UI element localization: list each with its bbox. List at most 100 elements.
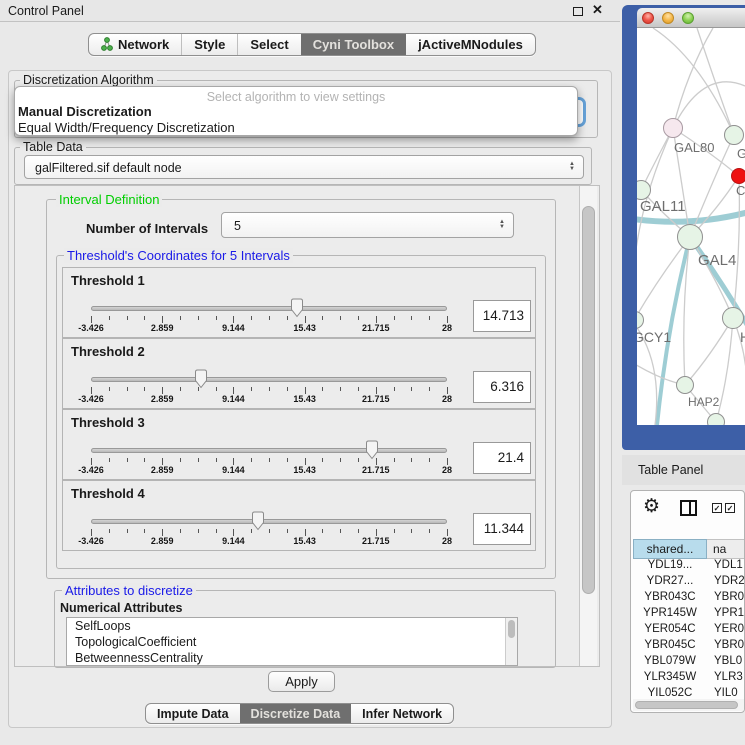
tab-cyni-toolbox[interactable]: Cyni Toolbox bbox=[301, 34, 406, 55]
threshold-value-field[interactable]: 6.316 bbox=[473, 371, 531, 403]
table-row[interactable]: YER054CYER0 bbox=[633, 623, 745, 639]
list-scrollbar-thumb[interactable] bbox=[508, 620, 515, 638]
tab-infer-network[interactable]: Infer Network bbox=[351, 704, 453, 723]
network-node[interactable] bbox=[722, 307, 744, 329]
network-node-label: GAL80 bbox=[674, 140, 714, 155]
slider-track[interactable] bbox=[91, 377, 447, 382]
network-node[interactable] bbox=[724, 125, 744, 145]
threshold-row: Threshold 3-3.4262.8599.14415.4321.71528… bbox=[62, 409, 536, 480]
algorithm-option-equal-width[interactable]: Equal Width/Frequency Discretization bbox=[18, 120, 235, 135]
slider-scale-label: 2.859 bbox=[151, 536, 174, 546]
slider-thumb[interactable] bbox=[194, 369, 208, 389]
slider-ticks bbox=[91, 316, 447, 324]
network-window-titlebar[interactable] bbox=[637, 8, 745, 28]
slider-track[interactable] bbox=[91, 306, 447, 311]
horizontal-scrollbar-thumb[interactable] bbox=[635, 701, 738, 709]
list-scrollbar[interactable] bbox=[505, 618, 517, 665]
close-traffic-light-icon[interactable] bbox=[642, 12, 654, 24]
cell-name[interactable]: YBL0 bbox=[707, 655, 745, 671]
cell-name[interactable]: YDR2 bbox=[707, 575, 745, 591]
slider-scale-label: 15.43 bbox=[293, 394, 316, 404]
tab-network[interactable]: Network bbox=[89, 34, 181, 55]
horizontal-scrollbar[interactable] bbox=[633, 699, 744, 711]
column-header-name[interactable]: na bbox=[707, 539, 745, 559]
network-node-label: GCY1 bbox=[637, 329, 671, 345]
algorithm-dropdown-popup: Select algorithm to view settings Manual… bbox=[14, 86, 578, 136]
network-node[interactable] bbox=[663, 118, 683, 138]
table-row[interactable]: YDR27...YDR2 bbox=[633, 575, 745, 591]
table-row[interactable]: YBR043CYBR0 bbox=[633, 591, 745, 607]
attribute-list-item[interactable]: BetweennessCentrality bbox=[67, 650, 517, 666]
table-data-select[interactable]: galFiltered.sif default node ▲▼ bbox=[24, 155, 584, 179]
slider-scale-label: 15.43 bbox=[293, 465, 316, 475]
cell-name[interactable]: YBR0 bbox=[707, 639, 745, 655]
slider-track[interactable] bbox=[91, 448, 447, 453]
slider-scale-label: 21.715 bbox=[362, 394, 390, 404]
checkbox-icon[interactable]: ✓ bbox=[712, 503, 722, 513]
cell-name[interactable]: YBR0 bbox=[707, 591, 745, 607]
slider-scale-label: -3.426 bbox=[78, 536, 104, 546]
threshold-row: Threshold 4-3.4262.8599.14415.4321.71528… bbox=[62, 480, 536, 551]
float-window-icon[interactable] bbox=[573, 7, 583, 16]
table-row[interactable]: YBL079WYBL0 bbox=[633, 655, 745, 671]
column-header-shared-name[interactable]: shared... bbox=[633, 539, 707, 559]
cell-name[interactable]: YPR1 bbox=[707, 607, 745, 623]
gear-icon[interactable]: ⚙ bbox=[643, 495, 660, 517]
vertical-scrollbar[interactable] bbox=[579, 186, 597, 666]
algorithm-option-manual[interactable]: Manual Discretization bbox=[18, 104, 152, 119]
cell-name[interactable]: YLR3 bbox=[707, 671, 745, 687]
threshold-value-field[interactable]: 11.344 bbox=[473, 513, 531, 545]
slider-thumb[interactable] bbox=[251, 511, 265, 531]
attribute-list-item[interactable]: SelfLoops bbox=[67, 618, 517, 634]
table-row[interactable]: YLR345WYLR3 bbox=[633, 671, 745, 687]
slider-scale-label: 21.715 bbox=[362, 536, 390, 546]
tab-select[interactable]: Select bbox=[237, 34, 300, 55]
cell-name[interactable]: YDL1 bbox=[707, 559, 745, 575]
attribute-list-item[interactable]: TopologicalCoefficient bbox=[67, 634, 517, 650]
network-node[interactable] bbox=[707, 413, 725, 425]
table-row[interactable]: YBR045CYBR0 bbox=[633, 639, 745, 655]
network-node[interactable] bbox=[676, 376, 694, 394]
tab-discretize-data[interactable]: Discretize Data bbox=[240, 704, 352, 723]
cell-shared-name[interactable]: YBR045C bbox=[633, 639, 707, 655]
cell-shared-name[interactable]: YDL19... bbox=[633, 559, 707, 575]
threshold-value-field[interactable]: 21.4 bbox=[473, 442, 531, 474]
number-of-intervals-value: 5 bbox=[234, 213, 241, 239]
interval-definition-label: Interval Definition bbox=[56, 192, 162, 207]
number-of-intervals-select[interactable]: 5 ▲▼ bbox=[221, 212, 514, 238]
table-panel: ⚙ ✓ ✓ shared... na YDL19...YDL1YDR27...Y… bbox=[630, 490, 745, 713]
slider-thumb[interactable] bbox=[365, 440, 379, 460]
minimize-traffic-light-icon[interactable] bbox=[662, 12, 674, 24]
network-node[interactable] bbox=[677, 224, 703, 250]
column-layout-icon[interactable] bbox=[680, 500, 697, 516]
cell-shared-name[interactable]: YBR043C bbox=[633, 591, 707, 607]
checkbox-icon[interactable]: ✓ bbox=[725, 503, 735, 513]
network-canvas[interactable]: GAL80GACGAL11GAL4GCY1HHAP2 bbox=[637, 28, 745, 425]
slider-scale-label: 28 bbox=[442, 323, 452, 333]
cell-shared-name[interactable]: YLR345W bbox=[633, 671, 707, 687]
tab-jactivemnodules[interactable]: jActiveMNodules bbox=[406, 34, 535, 55]
cell-shared-name[interactable]: YPR145W bbox=[633, 607, 707, 623]
cell-shared-name[interactable]: YDR27... bbox=[633, 575, 707, 591]
cell-shared-name[interactable]: YBL079W bbox=[633, 655, 707, 671]
table-row[interactable]: YDL19...YDL1 bbox=[633, 559, 745, 575]
slider-scale-label: 28 bbox=[442, 394, 452, 404]
cell-shared-name[interactable]: YER054C bbox=[633, 623, 707, 639]
slider-track[interactable] bbox=[91, 519, 447, 524]
apply-button[interactable]: Apply bbox=[268, 671, 335, 692]
control-panel-tabbar: Network Style Select Cyni Toolbox jActiv… bbox=[88, 33, 536, 56]
tab-style[interactable]: Style bbox=[181, 34, 237, 55]
slider-thumb[interactable] bbox=[290, 298, 304, 318]
network-icon bbox=[101, 37, 113, 52]
table-row[interactable]: YPR145WYPR1 bbox=[633, 607, 745, 623]
threshold-value-field[interactable]: 14.713 bbox=[473, 300, 531, 332]
cell-name[interactable]: YER0 bbox=[707, 623, 745, 639]
tab-impute-data[interactable]: Impute Data bbox=[146, 704, 240, 723]
vertical-scrollbar-thumb[interactable] bbox=[582, 206, 595, 594]
threshold-label: Threshold 1 bbox=[71, 273, 145, 288]
close-icon[interactable]: ✕ bbox=[592, 2, 603, 18]
zoom-traffic-light-icon[interactable] bbox=[682, 12, 694, 24]
network-node[interactable] bbox=[731, 168, 745, 184]
spinner-arrows-icon: ▲▼ bbox=[569, 162, 575, 172]
algorithm-placeholder-option[interactable]: Select algorithm to view settings bbox=[15, 90, 577, 104]
